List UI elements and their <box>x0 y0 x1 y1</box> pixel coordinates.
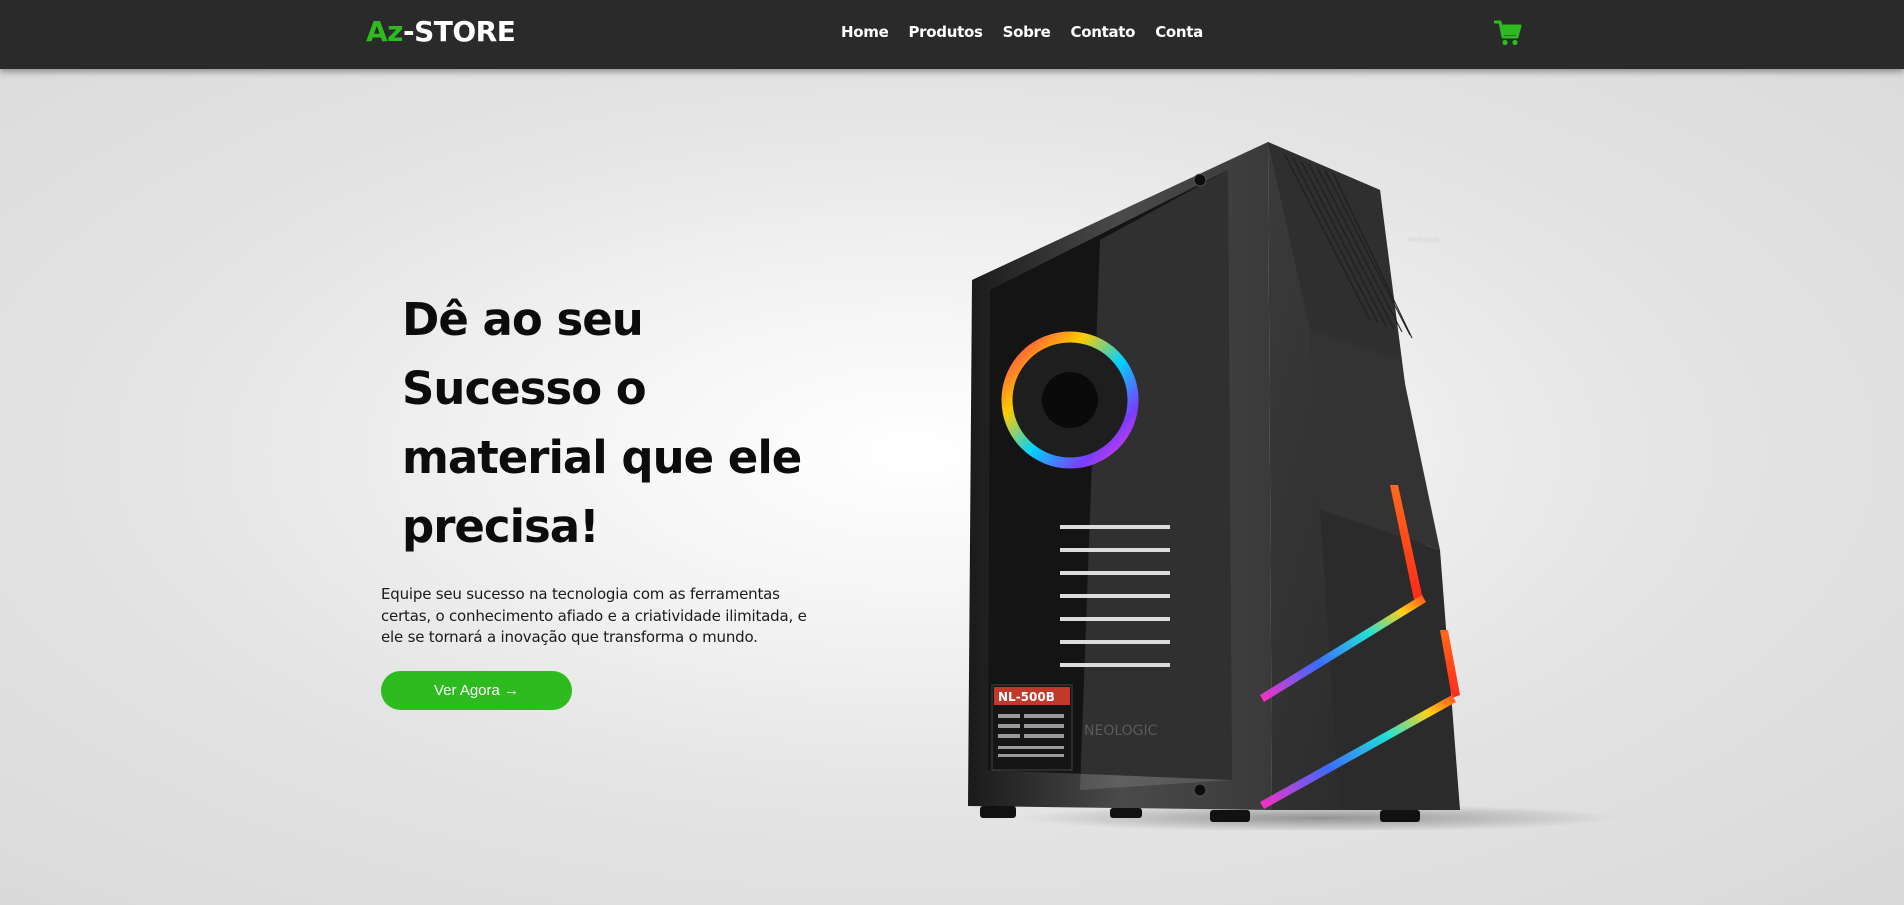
nav-conta[interactable]: Conta <box>1155 22 1203 42</box>
main-nav: Home Produtos Sobre Contato Conta <box>841 22 1223 42</box>
ver-agora-button[interactable]: Ver Agora → <box>381 671 572 710</box>
nav-home[interactable]: Home <box>841 22 889 42</box>
psu-label: NL-500B <box>998 690 1055 704</box>
logo-prefix: Az <box>366 15 403 48</box>
neologic-logo-icon <box>1414 215 1428 233</box>
nav-contato[interactable]: Contato <box>1071 22 1136 42</box>
hero-description: Equipe seu sucesso na tecnologia com as … <box>381 585 807 646</box>
nav-produtos[interactable]: Produtos <box>908 22 982 42</box>
logo-suffix: -STORE <box>402 15 516 48</box>
navbar: Az-STORE Home Produtos Sobre Contato Con… <box>0 0 1904 69</box>
pc-case-image: NL-500B NEOLOGIC NEOLOGIC <box>960 130 1620 832</box>
side-brand-text: NEOLOGIC <box>1084 723 1158 739</box>
front-brand-text: NEOLOGIC <box>1408 237 1439 244</box>
hero-title: Dê ao seu Sucesso o material que ele pre… <box>402 293 802 553</box>
shopping-cart-icon[interactable] <box>1493 19 1522 47</box>
logo[interactable]: Az-STORE <box>366 14 516 50</box>
nav-sobre[interactable]: Sobre <box>1003 22 1051 42</box>
